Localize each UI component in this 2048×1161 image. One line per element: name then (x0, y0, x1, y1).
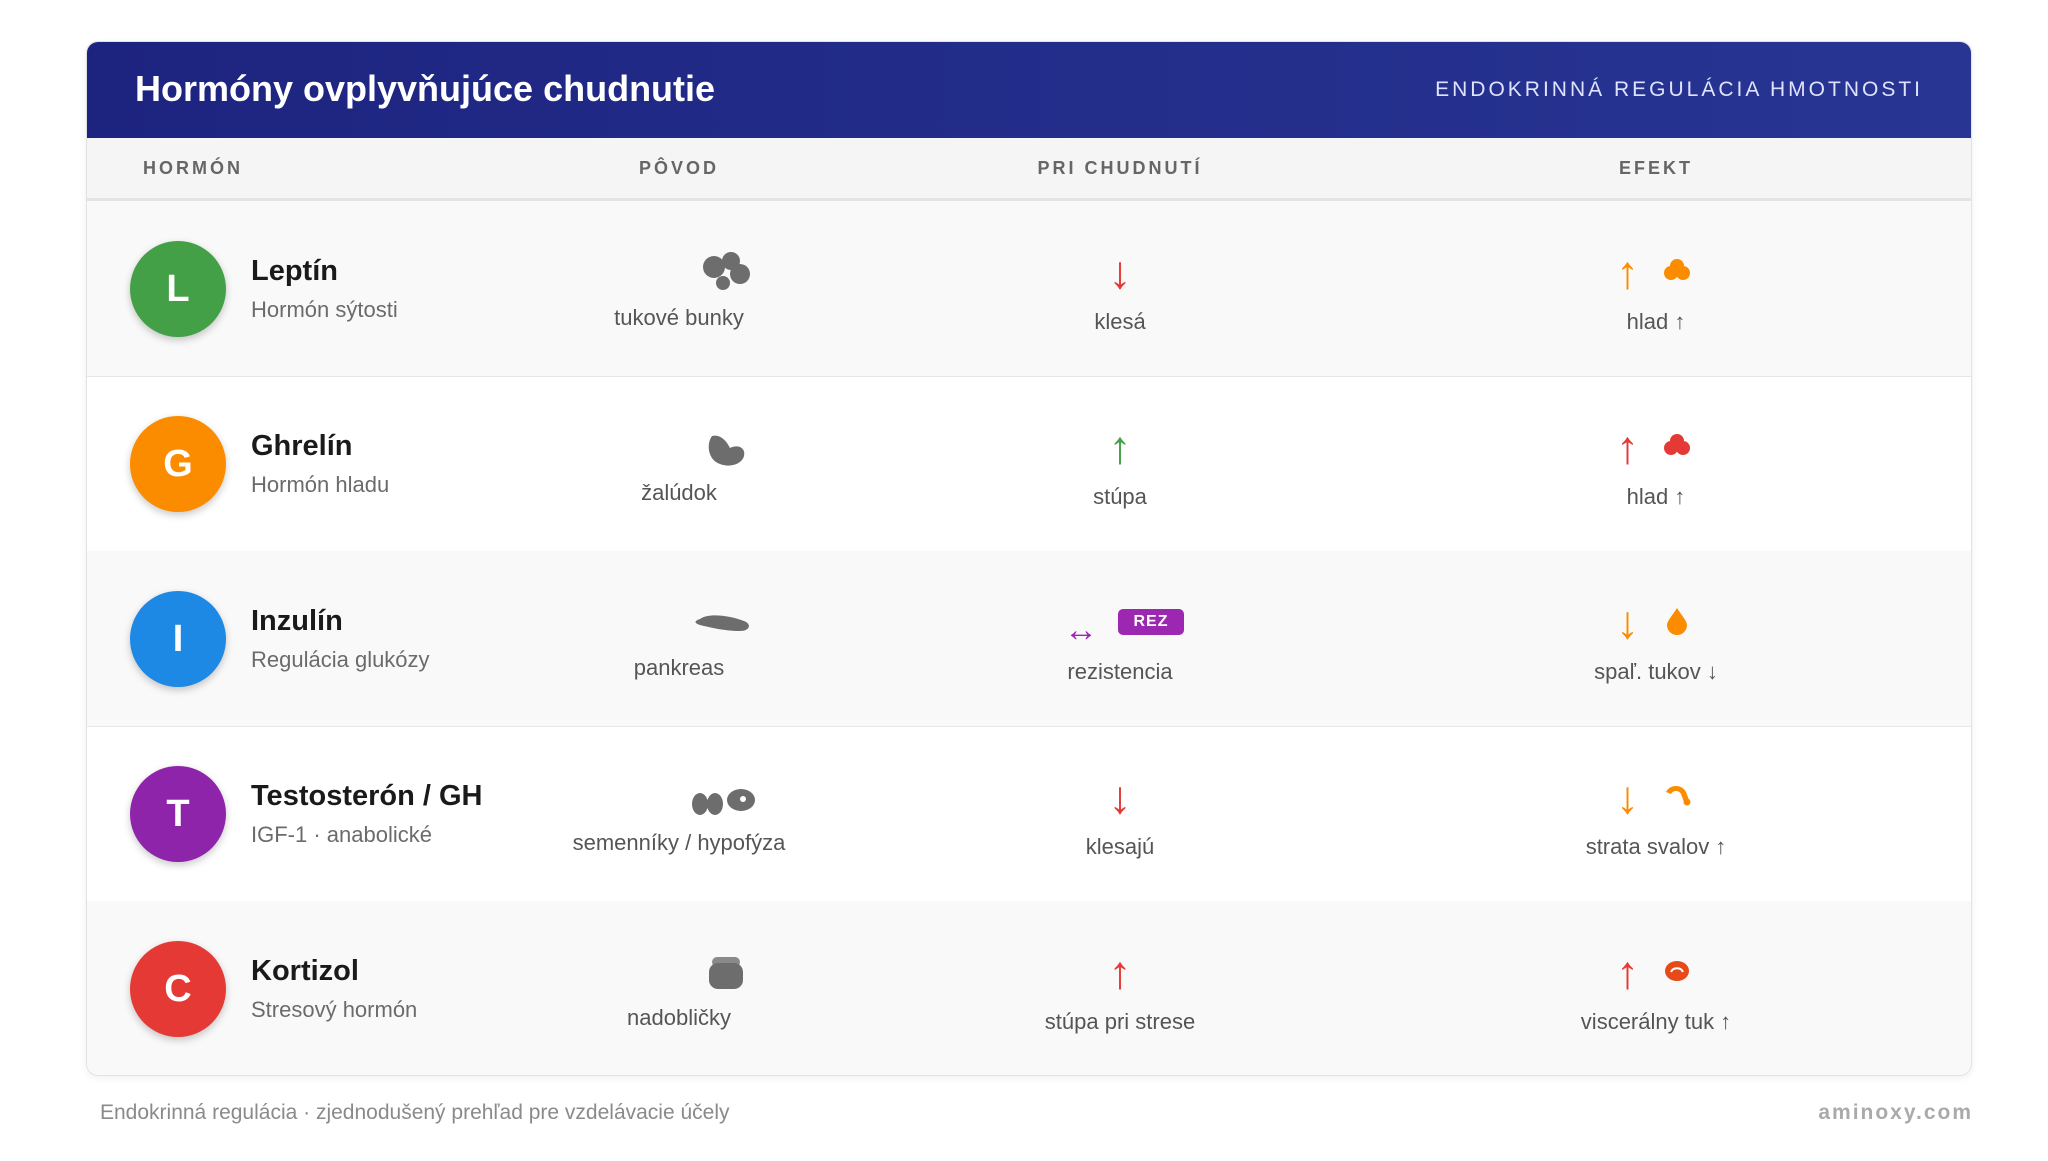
avatar: L (130, 241, 226, 337)
effect-label: viscerálny tuk ↑ (1580, 1009, 1732, 1034)
hormone-name: Inzulín (251, 605, 343, 637)
arrow-up-icon: ↑ (1108, 946, 1132, 998)
arrow-left-right-icon: ↔ (1064, 611, 1098, 649)
hormone-name: Ghrelín (251, 430, 353, 462)
hormone-name: Kortizol (251, 955, 359, 987)
arrow-down-icon: ↓ (1616, 596, 1639, 648)
effect-label: hlad ↑ (1626, 484, 1686, 509)
arrow-down-icon: ↓ (1616, 771, 1639, 823)
table-row: G Ghrelín Hormón hladu žalúdok ↑ stúpa ↑… (87, 376, 1971, 552)
arrow-up-icon: ↑ (1616, 421, 1639, 473)
avatar: T (130, 766, 226, 862)
arrow-down-icon: ↓ (1108, 246, 1132, 298)
column-header-origin: PÔVOD (638, 158, 720, 178)
avatar: I (130, 591, 226, 687)
hormone-description: IGF-1 · anabolické (251, 822, 432, 847)
change-label: stúpa (1093, 484, 1147, 509)
stomach-icon (708, 435, 745, 466)
origin-label: žalúdok (641, 480, 717, 505)
effect-label: hlad ↑ (1626, 309, 1686, 334)
table-row: C Kortizol Stresový hormón nadobličky ↑ … (87, 901, 1971, 1075)
origin-label: tukové bunky (614, 305, 744, 330)
hunger-blob-icon (1664, 259, 1690, 280)
column-header-hormone: HORMÓN (143, 158, 243, 178)
table-row: L Leptín Hormón sýtosti tukové bunky ↓ k… (87, 201, 1971, 377)
hormone-description: Hormón hladu (251, 472, 390, 497)
hormone-description: Hormón sýtosti (251, 297, 398, 322)
footer-note: Endokrinná regulácia · zjednodušený preh… (100, 1101, 730, 1124)
arrow-down-icon: ↓ (1108, 771, 1132, 823)
hormone-description: Stresový hormón (251, 997, 418, 1022)
effect-label: spaľ. tukov ↓ (1594, 659, 1718, 684)
page-subtitle: ENDOKRINNÁ REGULÁCIA HMOTNOSTI (1435, 78, 1923, 101)
origin-label: pankreas (633, 655, 725, 680)
table-row: I Inzulín Regulácia glukózy pankreas ↔ R… (87, 551, 1971, 727)
hormone-name: Leptín (251, 255, 338, 287)
change-label: klesajú (1085, 834, 1155, 859)
avatar: C (130, 941, 226, 1037)
arrow-up-icon: ↑ (1108, 421, 1132, 473)
table-row: T Testosterón / GH IGF-1 · anabolické se… (87, 726, 1971, 902)
origin-label: semenníky / hypofýza (572, 830, 786, 855)
change-label: klesá (1094, 309, 1146, 334)
header-banner: Hormóny ovplyvňujúce chudnutie ENDOKRINN… (87, 42, 1971, 138)
change-label: rezistencia (1067, 659, 1173, 684)
arrow-up-icon: ↑ (1616, 946, 1639, 998)
drop-icon (1667, 608, 1687, 635)
column-header-effect: EFEKT (1618, 158, 1694, 178)
avatar: G (130, 416, 226, 512)
fat-cells-icon (703, 252, 750, 290)
pancreas-icon (695, 615, 749, 631)
footer-brand: aminoxy.com (1818, 1101, 1973, 1124)
adrenal-icon (709, 957, 743, 989)
origin-label: nadobličky (627, 1005, 731, 1030)
visceral-fat-icon (1665, 961, 1689, 981)
resistance-badge: REZ (1118, 609, 1184, 635)
change-label: stúpa pri strese (1044, 1009, 1196, 1034)
hunger-blob-icon (1664, 434, 1690, 455)
effect-label: strata svalov ↑ (1585, 834, 1727, 859)
table-header: HORMÓN PÔVOD PRI CHUDNUTÍ EFEKT (87, 138, 1971, 201)
column-header-change: PRI CHUDNUTÍ (1037, 158, 1203, 178)
hormone-description: Regulácia glukózy (251, 647, 430, 672)
arrow-up-icon: ↑ (1616, 246, 1639, 298)
testes-pituitary-icon (692, 789, 755, 815)
hormone-name: Testosterón / GH (251, 780, 483, 812)
hormone-table-card: Hormóny ovplyvňujúce chudnutie ENDOKRINN… (86, 41, 1972, 1076)
page-title: Hormóny ovplyvňujúce chudnutie (135, 68, 716, 109)
muscle-icon (1666, 786, 1691, 806)
